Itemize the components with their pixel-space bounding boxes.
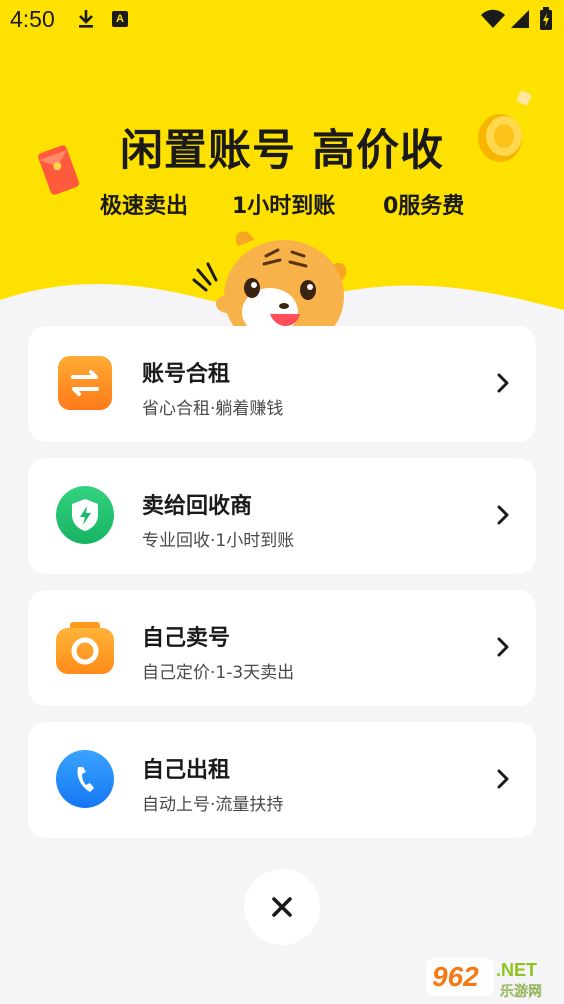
swap-icon [56, 354, 114, 412]
watermark-sub: 乐游网 [500, 984, 542, 1000]
watermark-suffix: .NET [496, 960, 537, 980]
menu-item-desc: 专业回收·1小时到账 [142, 531, 295, 551]
hero-feature-no-fee: 0服务费 [383, 194, 465, 219]
menu-item-title: 卖给回收商 [142, 494, 253, 519]
menu-item-title: 自己卖号 [142, 626, 231, 651]
menu-item-account-share[interactable]: 账号合租 省心合租·躺着赚钱 [28, 326, 536, 442]
wifi-icon [481, 9, 505, 28]
menu-item-title: 自己出租 [142, 758, 231, 783]
menu-item-desc: 自动上号·流量扶持 [142, 795, 284, 815]
chevron-right-icon [497, 637, 509, 657]
a-icon: A [112, 11, 128, 27]
close-button[interactable] [244, 869, 320, 945]
battery-icon [540, 7, 552, 30]
phone-icon [56, 750, 114, 808]
hero-feature-one-hour: 1小时到账 [232, 194, 336, 219]
status-time: 4:50 [10, 6, 55, 32]
chevron-right-icon [497, 373, 509, 393]
chevron-right-icon [497, 769, 509, 789]
hero-feature-fast-sell: 极速卖出 [100, 194, 189, 219]
chevron-right-icon [497, 505, 509, 525]
menu-item-rent-myself[interactable]: 自己出租 自动上号·流量扶持 [28, 722, 536, 838]
close-icon [272, 897, 292, 917]
tiger-mascot [192, 231, 347, 336]
status-bar: 4:50 A [0, 0, 564, 40]
coin-icon [478, 90, 532, 162]
menu-item-sell-to-recycler[interactable]: 卖给回收商 专业回收·1小时到账 [28, 458, 536, 574]
watermark-brand: 962 [432, 961, 479, 992]
camera-icon [56, 618, 114, 676]
shield-bolt-icon [56, 486, 114, 544]
menu-item-title: 账号合租 [142, 362, 231, 387]
signal-icon [511, 10, 529, 28]
red-envelope-icon [38, 145, 80, 195]
site-watermark: 962 .NET 乐游网 [426, 958, 542, 1000]
screen: 4:50 A 闲置账号 高价收 极速卖出 1小时到账 0服务费 账号合租 省心合… [0, 0, 564, 1004]
menu-item-desc: 省心合租·躺着赚钱 [142, 399, 284, 419]
menu-item-sell-myself[interactable]: 自己卖号 自己定价·1-3天卖出 [28, 590, 536, 706]
download-icon [79, 10, 93, 28]
menu-item-desc: 自己定价·1-3天卖出 [142, 663, 295, 683]
